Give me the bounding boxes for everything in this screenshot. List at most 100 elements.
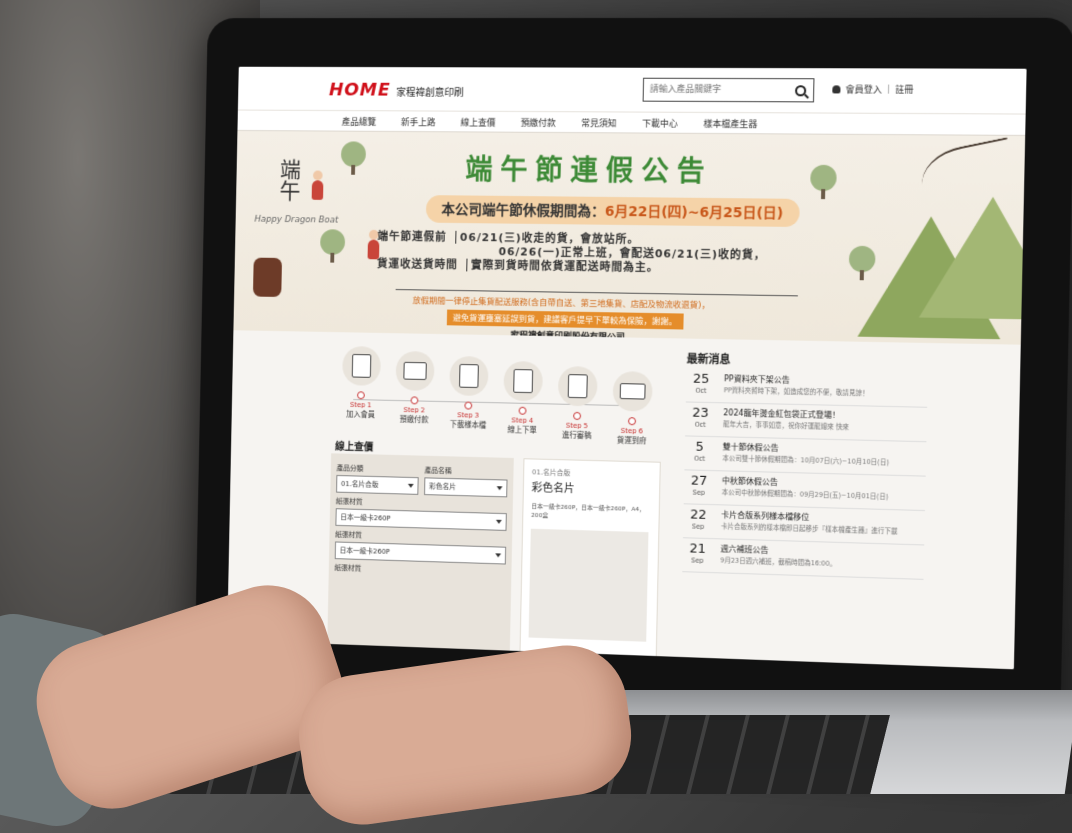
product-spec: 日本一級卡260P，日本一級卡260P，A4，200盒: [531, 501, 651, 522]
category-value: 01.名片合版: [341, 479, 379, 490]
news-day: 25: [686, 373, 716, 388]
product-name-select[interactable]: 彩色名片: [424, 477, 507, 497]
news-date: 23 Oct: [685, 406, 715, 432]
news-day: 5: [685, 440, 715, 455]
banner-deco-vertical: 端午: [272, 158, 303, 201]
news-day: 21: [683, 542, 713, 557]
nav-item-price-lookup[interactable]: 線上查價: [461, 115, 496, 128]
child-figure: [312, 180, 324, 200]
banner-holiday-pill: 本公司端午節休假期間為：6月22日(四)~6月25日(日): [426, 195, 800, 227]
news-body: 雙十節休假公告 本公司雙十節休假期間為：10月07日(六)~10月10日(日): [722, 441, 926, 471]
nav-item-faq[interactable]: 常見須知: [581, 116, 617, 129]
search-box: [643, 78, 815, 103]
news-date: 5 Oct: [684, 440, 714, 466]
separator: |: [887, 84, 890, 94]
banner-pill-dates: 6月22日(四)~6月25日(日): [605, 204, 784, 222]
tree-illustration: [320, 229, 345, 255]
login-link[interactable]: 會員登入: [845, 82, 882, 95]
news-day: 23: [685, 406, 715, 421]
step-2[interactable]: Step 2 預繳付款: [387, 351, 442, 426]
chevron-down-icon: [495, 553, 501, 557]
chevron-down-icon: [496, 520, 502, 524]
main-content: Step 1 加入會員 Step 2 預繳付款 Step 3 下載樣本檔 Ste…: [227, 330, 1021, 669]
step-marker: [519, 407, 527, 415]
step-4[interactable]: Step 4 線上下單: [495, 361, 551, 436]
step-label: 進行審稿: [549, 429, 604, 441]
news-item[interactable]: 23 Oct 2024龍年燙金紅包袋正式登場！ 龍年大吉，事事如意，祝你好運龍總…: [685, 402, 927, 442]
step-3[interactable]: Step 3 下載樣本檔: [441, 356, 497, 431]
banner-highlight: 避免貨運壅塞延誤到貨，建議客戶提早下單較為保險，謝謝。: [447, 310, 683, 330]
step-icon-circle: [449, 356, 488, 396]
news-item[interactable]: 21 Sep 週六補班公告 9月23日週六補班，截稿時間為16:00。: [682, 538, 924, 580]
step-marker: [411, 396, 419, 404]
site-logo[interactable]: HOME 家程禕創意印刷: [329, 80, 464, 101]
news-month: Sep: [682, 556, 712, 565]
news-list: 25 Oct PP資料夾下架公告 PP資料夾暫時下架，如造成您的不便，敬請見諒！…: [682, 369, 928, 580]
step-icon-circle: [613, 371, 653, 412]
step-icon-circle: [503, 361, 543, 401]
step-icon-circle: [558, 366, 598, 407]
nav-item-downloads[interactable]: 下載中心: [642, 116, 678, 129]
credit-card-icon: [403, 362, 426, 380]
step-marker: [357, 391, 365, 399]
step-5[interactable]: Step 5 進行審稿: [549, 366, 605, 442]
register-link[interactable]: 註冊: [895, 83, 914, 96]
banner-line-1-label: 端午節連假前: [377, 230, 446, 244]
logo-text: 家程禕創意印刷: [396, 84, 464, 99]
news-date: 27 Sep: [684, 474, 714, 500]
news-body: PP資料夾下架公告 PP資料夾暫時下架，如造成您的不便，敬請見諒！: [724, 373, 928, 402]
step-marker: [628, 417, 636, 425]
price-lookup-panel: 產品分類 01.名片合版 產品名稱 彩色名片 紙張材質 日本一級卡260P 紙張…: [327, 453, 514, 655]
news-month: Oct: [685, 454, 715, 463]
product-name: 彩色名片: [532, 479, 652, 498]
step-label: 線上下單: [495, 424, 550, 436]
category-select[interactable]: 01.名片合版: [336, 475, 419, 495]
step-label: 貨運到府: [604, 434, 659, 446]
banner-line-3: 貨運收送貨時間 實際到貨時間依貨運配送時間為主。: [377, 255, 659, 275]
more-label: 紙張材質: [334, 563, 505, 578]
news-month: Sep: [684, 488, 714, 497]
news-date: 22 Sep: [683, 508, 713, 534]
banner-line-3-text: 實際到貨時間依貨運配送時間為主。: [466, 259, 659, 275]
step-icon-circle: [342, 346, 381, 386]
step-icon-circle: [395, 351, 434, 391]
zongzi-jar-illustration: [253, 258, 282, 297]
news-body: 2024龍年燙金紅包袋正式登場！ 龍年大吉，事事如意，祝你好運龍總來 快來: [723, 407, 927, 437]
download-file-icon: [459, 364, 479, 388]
paper-select[interactable]: 日本一級卡260P: [335, 508, 506, 531]
tree-illustration: [341, 141, 366, 167]
news-day: 27: [684, 474, 714, 489]
news-item[interactable]: 25 Oct PP資料夾下架公告 PP資料夾暫時下架，如造成您的不便，敬請見諒！: [686, 369, 928, 408]
product-image-placeholder: [529, 529, 649, 642]
news-body: 週六補班公告 9月23日週六補班，截稿時間為16:00。: [720, 543, 924, 574]
nav-item-beginner[interactable]: 新手上路: [401, 115, 436, 128]
search-icon[interactable]: [795, 85, 806, 96]
news-body: 卡片合版系列樣本檔移位 卡片合版系列的樣本檔即日起移步『樣本檔產生器』進行下載: [721, 509, 925, 540]
chevron-down-icon: [408, 484, 414, 488]
news-body: 中秋節休假公告 本公司中秋節休假期間為：09月29日(五)~10月01日(日): [722, 475, 926, 506]
news-date: 21 Sep: [682, 542, 712, 568]
user-area: 會員登入 | 註冊: [832, 82, 913, 95]
news-month: Oct: [685, 420, 715, 429]
hero-banner[interactable]: 端午 Happy Dragon Boat 端午節連假公告 本公司端午節休假期間為…: [233, 131, 1025, 345]
news-month: Oct: [686, 386, 716, 395]
lookup-row: 產品分類 01.名片合版 產品名稱 彩色名片: [336, 459, 508, 497]
step-1[interactable]: Step 1 加入會員: [334, 346, 389, 421]
news-month: Sep: [683, 522, 713, 531]
step-6[interactable]: Step 6 貨運到府: [604, 371, 661, 447]
member-card-icon: [352, 354, 372, 378]
paper-value: 日本一級卡260P: [340, 512, 390, 523]
banner-line-3-label: 貨運收送貨時間: [377, 257, 458, 271]
paper2-select[interactable]: 日本一級卡260P: [335, 541, 506, 564]
nav-item-products[interactable]: 產品總覽: [342, 114, 377, 127]
product-name-value: 彩色名片: [429, 481, 456, 492]
nav-item-prepay[interactable]: 預繳付款: [521, 115, 556, 128]
clipboard-icon: [513, 369, 533, 393]
nav-item-template-generator[interactable]: 樣本檔產生器: [703, 116, 757, 129]
product-preview-card: 01.名片合版 彩色名片 日本一級卡260P，日本一級卡260P，A4，200盒: [519, 458, 660, 661]
search-input[interactable]: [644, 84, 792, 97]
delivery-truck-icon: [620, 383, 646, 399]
laptop-screen: HOME 家程禕創意印刷 會員登入 | 註冊 產品總覽 新手上路 線上查價 預繳…: [227, 67, 1026, 670]
step-label: 預繳付款: [387, 414, 441, 426]
banner-note: 放假期間一律停止集貨配送服務(含自帶自送、第三地集貨、店配及物流收退貨)，: [413, 294, 710, 311]
